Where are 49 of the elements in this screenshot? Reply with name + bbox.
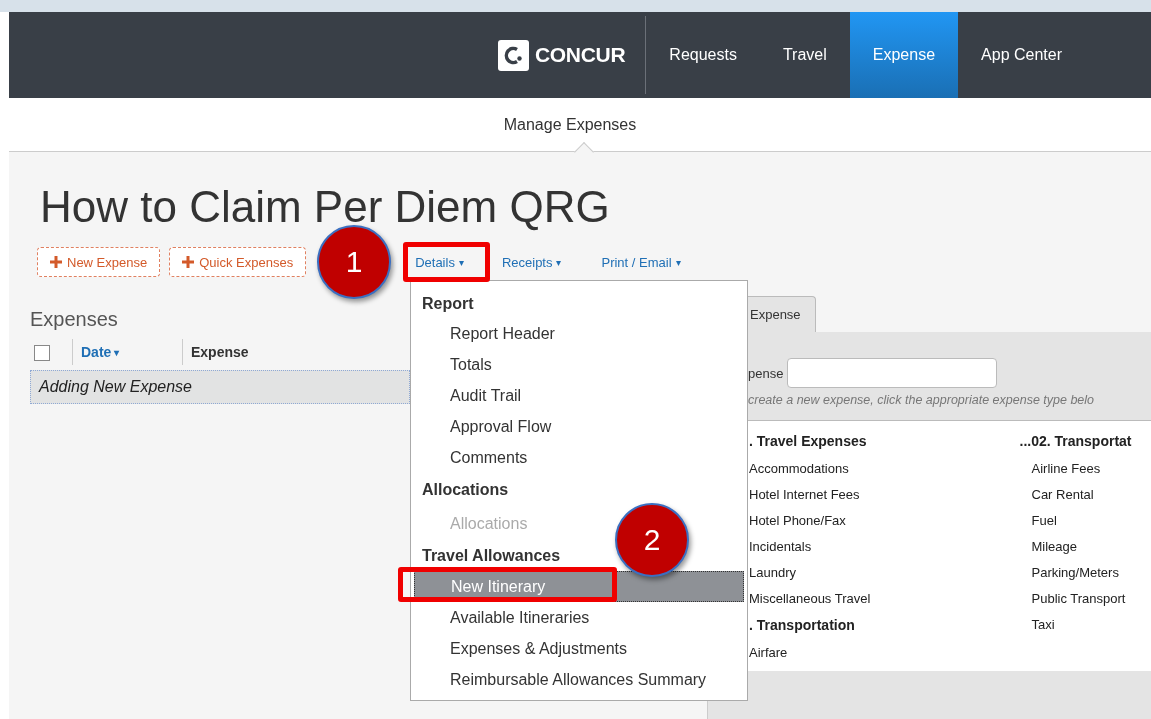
nav-tab[interactable]: Requests <box>646 12 760 98</box>
menu-button[interactable]: Print / Email ▾ <box>601 254 681 270</box>
plus-icon <box>50 256 62 268</box>
expense-type-link[interactable]: Accommodations <box>749 461 1020 487</box>
expense-type-link[interactable]: Laundry <box>749 565 1020 591</box>
nav-tab[interactable]: Travel <box>759 12 850 98</box>
group-heading: . Transportation <box>749 617 856 635</box>
nav-tab[interactable]: App Center <box>958 12 1085 98</box>
menu-item[interactable]: Expenses & Adjustments <box>411 633 747 664</box>
expense-type-link[interactable]: Incidentals <box>749 539 1020 565</box>
menu-item[interactable]: Approval Flow <box>411 411 747 442</box>
menu-item[interactable]: Reimbursable Allowances Summary <box>411 664 747 695</box>
expense-row[interactable]: Adding New Expense <box>30 370 410 404</box>
select-all-checkbox[interactable] <box>34 345 50 361</box>
column-header[interactable]: Date ▾ <box>72 339 182 365</box>
menu-section-heading: Report <box>421 295 475 314</box>
menu-button[interactable]: Details ▾ <box>415 254 464 270</box>
add-button[interactable]: New Expense <box>37 247 161 277</box>
menu-section-heading: Travel Allowances <box>421 547 562 566</box>
expense-type-link[interactable]: Airline Fees <box>1019 461 1151 487</box>
nav-tab[interactable]: Expense <box>849 12 959 98</box>
expense-type-link[interactable]: Taxi <box>1019 617 1151 643</box>
menu-item[interactable]: Totals <box>411 349 747 380</box>
expense-type-link[interactable]: Miscellaneous Travel <box>749 591 1020 617</box>
expense-type-link[interactable]: Airfare <box>749 645 1020 671</box>
page-tab[interactable]: Manage Expenses <box>503 115 637 134</box>
instruction-text: create a new expense, click the appropriate expense type belo <box>748 393 1096 407</box>
menu-item[interactable]: Audit Trail <box>411 380 747 411</box>
logo-text: CONCUR <box>534 43 626 67</box>
group-heading: ...02. Transportat <box>1019 433 1133 451</box>
expense-type-link[interactable]: Hotel Internet Fees <box>749 487 1020 513</box>
expense-type-field[interactable] <box>787 358 998 388</box>
expense-type-link[interactable]: Fuel <box>1019 513 1151 539</box>
menu-item[interactable]: Available Itineraries <box>411 602 747 633</box>
section-heading: Expenses <box>30 308 119 331</box>
menu-section-heading: Allocations <box>421 481 510 500</box>
group-heading: . Travel Expenses <box>749 433 868 451</box>
column-header[interactable]: Expense <box>182 339 402 365</box>
expense-type-link[interactable]: Mileage <box>1019 539 1151 565</box>
plus-icon <box>182 256 195 268</box>
expense-type-link[interactable]: Hotel Phone/Fax <box>749 513 1020 539</box>
logo-icon <box>497 39 529 71</box>
menu-button[interactable]: Receipts ▾ <box>501 254 562 270</box>
menu-item[interactable]: Comments <box>411 442 747 473</box>
add-button[interactable]: Quick Expenses <box>169 247 307 277</box>
expense-type-link[interactable]: Parking/Meters <box>1019 565 1151 591</box>
field-label: pense <box>748 365 784 381</box>
expense-type-link[interactable]: Public Transport <box>1019 591 1151 617</box>
expense-type-link[interactable]: Car Rental <box>1019 487 1151 513</box>
